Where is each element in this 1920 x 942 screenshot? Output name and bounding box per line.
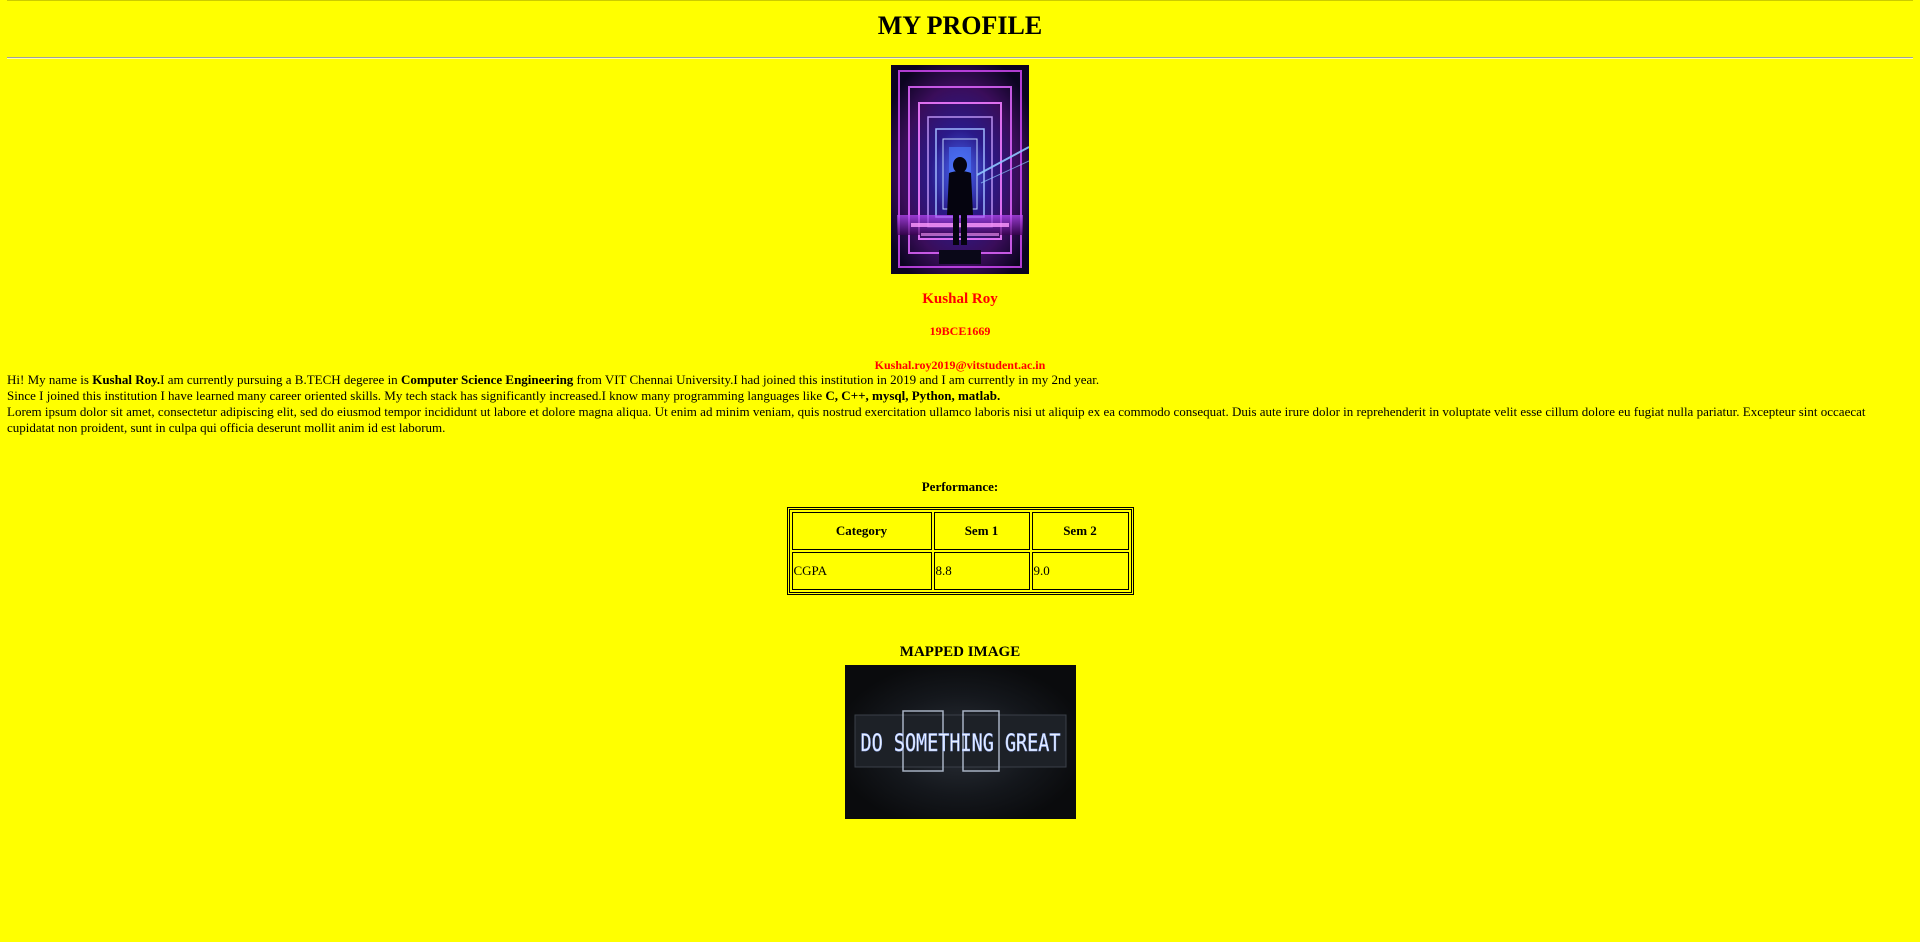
page-title: MY PROFILE [877,11,1043,40]
registration-number: 19BCE1669 [929,324,991,338]
table-row: CGPA 8.8 9.0 [791,552,1129,590]
performance-heading: Performance: [921,479,999,494]
profile-email: Kushal.roy2019@vitstudent.ac.in [874,358,1046,372]
about-name-bold: Kushal Roy. [92,372,161,387]
about-paragraph-2: Since I joined this institution I have l… [7,388,1913,404]
header-divider [7,57,1913,59]
table-header-cell: Sem 1 [933,512,1030,550]
about-paragraph-3: Lorem ipsum dolor sit amet, consectetur … [7,404,1866,435]
table-header-row: Category Sem 1 Sem 2 [791,512,1129,550]
about-paragraph-1: Hi! My name is Kushal Roy.I am currently… [7,372,1913,388]
about-text: I am currently pursuing a B.TECH degeree… [160,372,401,387]
mapped-image-container: DO SOMETHING GREAT [7,665,1913,823]
table-header-cell: Category [791,512,932,550]
mapped-image-text: DO SOMETHING GREAT [860,729,1060,757]
profile-name: Kushal Roy [922,291,998,307]
about-text: Hi! My name is [7,372,93,387]
mapped-image[interactable]: DO SOMETHING GREAT [844,665,1076,819]
table-header-cell: Sem 2 [1031,512,1129,550]
top-edge [7,0,1913,1]
performance-table: Category Sem 1 Sem 2 CGPA 8.8 9.0 [786,507,1134,595]
page: MY PROFILE Kushal Roy 19BCE1669 Kushal.r… [0,0,1920,942]
profile-photo-container [7,65,1913,274]
table-cell: 8.8 [933,552,1030,590]
about-text: from VIT Chennai University.I had joined… [573,372,1100,387]
table-cell: 9.0 [1031,552,1129,590]
about-degree-bold: Computer Science Engineering [400,372,574,387]
performance-table-container: Category Sem 1 Sem 2 CGPA 8.8 9.0 [7,507,1913,595]
about-text: Since I joined this institution I have l… [7,388,826,403]
profile-photo [891,65,1029,274]
languages-bold: C, C++, mysql, Python, matlab. [825,388,1001,403]
table-cell: CGPA [791,552,932,590]
mapped-image-heading: MAPPED IMAGE [899,644,1021,660]
